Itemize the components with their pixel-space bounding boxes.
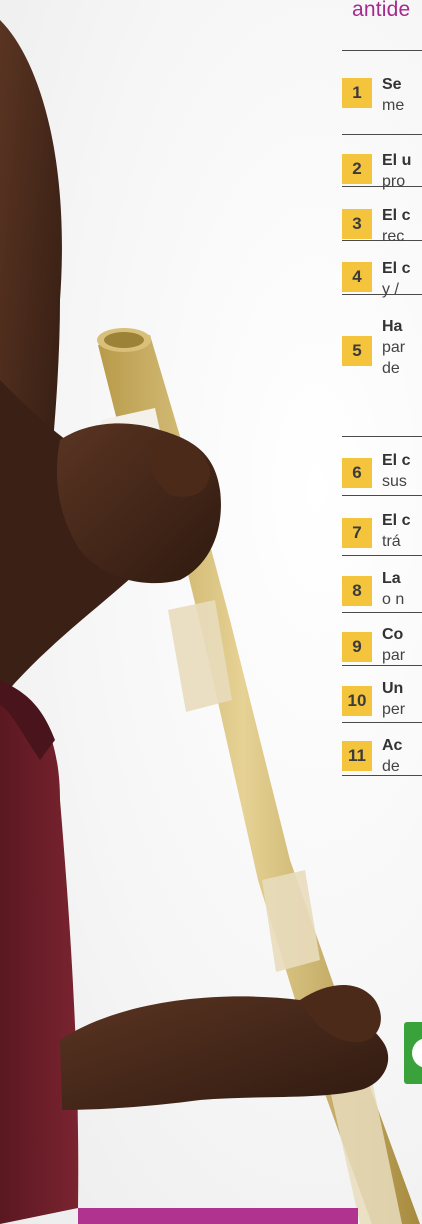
list-item: 8 La o n [342,566,422,614]
item-number-badge: 8 [342,576,372,606]
item-number-badge: 11 [342,741,372,771]
item-text: El u pro [382,150,422,190]
item-text: El c sus [382,450,422,492]
item-third-line: de [382,360,400,377]
bottom-accent-bar [78,1208,358,1224]
item-bold-text: El c [382,207,411,224]
item-bold-text: Ha [382,318,403,335]
item-bold-text: El c [382,452,411,469]
item-text: Se me [382,74,422,116]
section-heading: antide [352,0,411,21]
item-number-badge: 4 [342,262,372,292]
item-text: Ha par de [382,316,422,379]
item-bold-text: La [382,570,401,587]
item-second-line: pro [382,173,406,190]
item-bold-text: El u [382,152,412,169]
item-number-badge: 10 [342,686,372,716]
green-action-button[interactable] [404,1022,422,1084]
item-number-badge: 2 [342,154,372,184]
item-second-line: par [382,339,406,356]
item-bold-text: Co [382,626,404,643]
list-item: 2 El u pro [342,150,422,190]
item-number-badge: 3 [342,209,372,239]
list-item: 3 El c rec [342,205,422,245]
item-bold-text: Un [382,680,404,697]
item-second-line: par [382,647,406,664]
button-circle-icon [412,1038,422,1068]
divider [342,436,422,437]
list-item: 9 Co par [342,622,422,668]
item-second-line: per [382,701,406,718]
item-number-badge: 9 [342,632,372,662]
item-bold-text: El c [382,260,411,277]
list-item: 7 El c trá [342,508,422,556]
item-number-badge: 1 [342,78,372,108]
item-text: La o n [382,568,422,610]
item-second-line: o n [382,591,405,608]
item-number-badge: 7 [342,518,372,548]
list-item: 11 Ac de [342,733,422,777]
item-bold-text: Ac [382,737,403,754]
item-text: El c trá [382,510,422,552]
list-item: 5 Ha par de [342,314,422,384]
item-text: Un per [382,678,422,720]
item-bold-text: El c [382,512,411,529]
item-second-line: de [382,758,400,775]
item-second-line: sus [382,473,407,490]
divider [342,134,422,135]
item-text: Ac de [382,735,422,777]
item-bold-text: Se [382,76,402,93]
list-item: 10 Un per [342,676,422,724]
item-second-line: me [382,97,405,114]
item-number-badge: 5 [342,336,372,366]
item-second-line: trá [382,533,401,550]
item-text: Co par [382,624,422,666]
list-item: 4 El c y / [342,258,422,298]
list-item: 6 El c sus [342,448,422,496]
divider [342,50,422,51]
item-text: El c rec [382,205,422,245]
item-second-line: rec [382,228,405,245]
item-second-line: y / [382,281,399,298]
item-text: El c y / [382,258,422,298]
item-number-badge: 6 [342,458,372,488]
list-item: 1 Se me [342,74,422,126]
